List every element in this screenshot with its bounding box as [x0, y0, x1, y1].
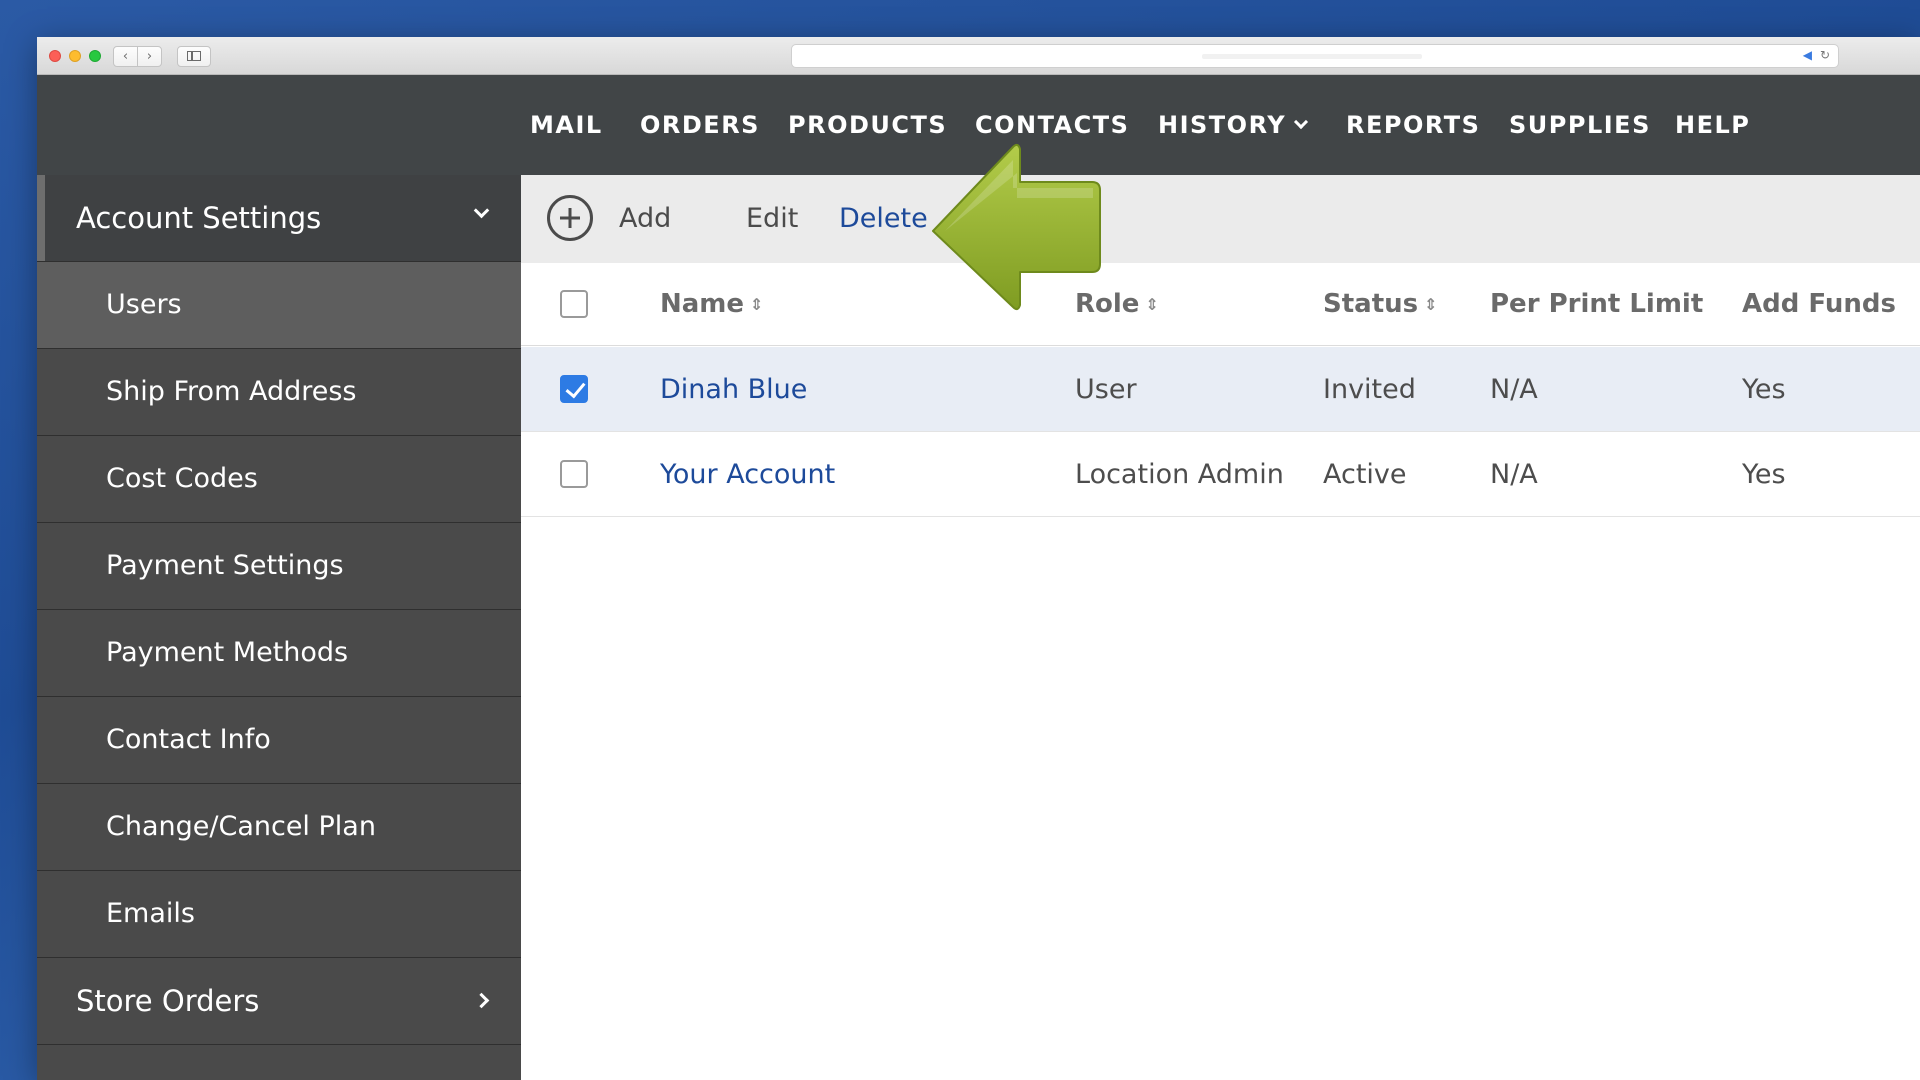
active-section-accent [37, 175, 45, 261]
user-role: User [1075, 374, 1137, 405]
table-row[interactable]: Your Account Location Admin Active N/A Y… [521, 432, 1920, 517]
sidebar-toggle-button[interactable] [177, 46, 211, 67]
user-role: Location Admin [1075, 459, 1284, 490]
sidebar-item-label: Ship From Address [106, 376, 357, 407]
chevron-down-icon [1294, 114, 1309, 130]
column-header-add-funds: Add Funds [1742, 289, 1896, 319]
nav-products[interactable]: PRODUCTS [788, 75, 947, 175]
add-circle-icon[interactable] [547, 195, 593, 241]
sidebar-item-contact-info[interactable]: Contact Info [37, 697, 521, 784]
user-per-print-limit: N/A [1490, 374, 1538, 405]
sidebar-section-store-orders[interactable]: Store Orders [37, 958, 521, 1045]
sort-icon: ⇕ [750, 295, 764, 314]
speaker-icon[interactable]: ◀ [1803, 48, 1812, 62]
table-row[interactable]: Dinah Blue User Invited N/A Yes Ye [521, 347, 1920, 432]
nav-history[interactable]: HISTORY [1158, 75, 1309, 175]
column-header-label: Name [660, 289, 745, 319]
address-bar[interactable]: ◀ ↻ [791, 44, 1839, 68]
users-toolbar: Add Edit Delete [521, 175, 1920, 263]
user-status: Invited [1323, 374, 1416, 405]
back-button[interactable]: ‹ [113, 46, 138, 67]
chevron-left-icon: ‹ [122, 49, 129, 64]
main-content: Add Edit Delete Name ⇕ Role ⇕ Status ⇕ Per … [521, 143, 1920, 1080]
sidebar-item-label: Payment Methods [106, 637, 349, 668]
edit-button[interactable]: Edit [746, 175, 798, 263]
sidebar-icon [187, 50, 201, 61]
chevron-right-icon: › [146, 49, 153, 64]
user-name-link[interactable]: Your Account [660, 432, 835, 517]
sidebar-item-payment-methods[interactable]: Payment Methods [37, 610, 521, 697]
reload-icon[interactable]: ↻ [1820, 48, 1830, 62]
sidebar-item-ship-from-address[interactable]: Ship From Address [37, 349, 521, 436]
zoom-window-button[interactable] [89, 50, 101, 62]
delete-button[interactable]: Delete [839, 175, 928, 263]
sidebar: Account Settings Users Ship From Address… [37, 175, 521, 1080]
sidebar-section-account-settings[interactable]: Account Settings [37, 175, 521, 262]
sidebar-item-label: Change/Cancel Plan [106, 811, 376, 842]
add-button[interactable]: Add [619, 175, 671, 263]
sidebar-item-payment-settings[interactable]: Payment Settings [37, 523, 521, 610]
browser-window: ‹ › ◀ ↻ MAIL ORDERS PRODUCTS CONTACTS HI… [37, 37, 1920, 1080]
nav-mail[interactable]: MAIL [530, 75, 603, 175]
column-header-label: Status [1323, 289, 1419, 319]
row-checkbox[interactable] [560, 375, 588, 403]
column-header-status[interactable]: Status ⇕ [1323, 263, 1438, 346]
sidebar-item-emails[interactable]: Emails [37, 871, 521, 958]
sidebar-item-label: Cost Codes [106, 463, 258, 494]
nav-history-label: HISTORY [1158, 111, 1287, 139]
nav-reports[interactable]: REPORTS [1346, 75, 1480, 175]
sort-icon: ⇕ [1145, 295, 1159, 314]
chevron-down-icon [473, 202, 490, 219]
minimize-window-button[interactable] [69, 50, 81, 62]
nav-help[interactable]: HELP [1675, 75, 1750, 175]
user-add-funds: Yes [1742, 374, 1786, 405]
sidebar-item-change-cancel-plan[interactable]: Change/Cancel Plan [37, 784, 521, 871]
address-text-placeholder [1202, 54, 1422, 59]
sidebar-section-label: Account Settings [76, 201, 322, 235]
user-name-link[interactable]: Dinah Blue [660, 347, 807, 432]
sidebar-item-label: Users [106, 289, 182, 320]
close-window-button[interactable] [49, 50, 61, 62]
nav-supplies[interactable]: SUPPLIES [1509, 75, 1651, 175]
select-all-checkbox[interactable] [560, 290, 588, 318]
user-add-funds: Yes [1742, 459, 1786, 490]
table-header: Name ⇕ Role ⇕ Status ⇕ Per Print Limit Add … [521, 263, 1920, 346]
forward-button[interactable]: › [137, 46, 162, 67]
column-header-per-print-limit: Per Print Limit [1490, 289, 1704, 319]
sidebar-item-label: Contact Info [106, 724, 271, 755]
column-header-name[interactable]: Name ⇕ [660, 263, 763, 346]
chevron-right-icon [473, 992, 490, 1009]
sidebar-item-label: Payment Settings [106, 550, 344, 581]
nav-orders[interactable]: ORDERS [640, 75, 760, 175]
user-status: Active [1323, 459, 1407, 490]
row-checkbox[interactable] [560, 460, 588, 488]
sidebar-item-users[interactable]: Users [37, 262, 521, 349]
sort-icon: ⇕ [1424, 295, 1438, 314]
browser-titlebar: ‹ › ◀ ↻ [37, 37, 1920, 75]
user-per-print-limit: N/A [1490, 459, 1538, 490]
sidebar-item-cost-codes[interactable]: Cost Codes [37, 436, 521, 523]
sidebar-item-label: Emails [106, 898, 195, 929]
sidebar-section-label: Store Orders [76, 984, 260, 1018]
callout-arrow-icon [932, 143, 1101, 311]
